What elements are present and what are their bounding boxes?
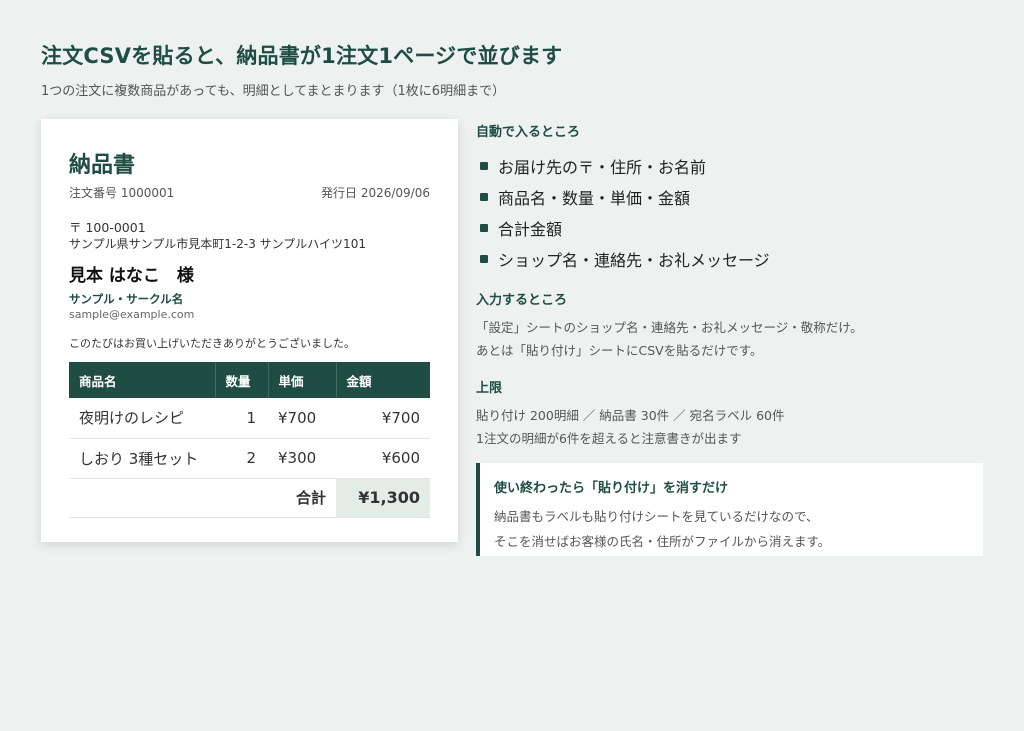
- item-name: しおり 3種セット: [69, 438, 215, 479]
- address: サンプル県サンプル市見本町1-2-3 サンプルハイツ101: [69, 237, 366, 251]
- callout-title: 使い終わったら「貼り付け」を消すだけ: [494, 481, 729, 496]
- thanks-message: このたびはお買い上げいただきありがとうございました。: [69, 337, 355, 350]
- list-item-label: ショップ名・連絡先・お礼メッセージ: [498, 250, 770, 270]
- table-row: 夜明けのレシピ 1 ¥700 ¥700: [69, 398, 430, 439]
- circle-name: サンプル・サークル名: [69, 292, 184, 306]
- column-header: 商品名: [69, 362, 216, 398]
- list-item: 合計金額: [480, 212, 770, 243]
- items-table: 商品名 数量 単価 金額 夜明けのレシピ 1 ¥700 ¥700 しおり 3種セ…: [69, 362, 430, 518]
- list-item: ショップ名・連絡先・お礼メッセージ: [480, 243, 770, 274]
- table-header-row: 商品名 数量 単価 金額: [69, 362, 430, 398]
- bullet-icon: [480, 223, 488, 232]
- list-item: お届け先の〒・住所・お名前: [480, 150, 770, 181]
- invoice-meta: 注文番号 1000001 発行日 2026/09/06: [69, 184, 430, 201]
- auto-list: お届け先の〒・住所・お名前 商品名・数量・単価・金額 合計金額 ショップ名・連絡…: [480, 150, 770, 274]
- total-value: ¥1,300: [336, 478, 430, 518]
- limits-section-title: 上限: [476, 381, 503, 396]
- item-amount: ¥700: [336, 398, 430, 439]
- table-row: しおり 3種セット 2 ¥300 ¥600: [69, 438, 430, 479]
- issue-date: 発行日 2026/09/06: [321, 186, 430, 200]
- postal-code: 〒 100-0001: [69, 220, 146, 235]
- bullet-icon: [480, 192, 488, 201]
- callout-line: そこを消せばお客様の氏名・住所がファイルから消えます。: [494, 534, 831, 549]
- limits-line: 貼り付け 200明細 ／ 納品書 30件 ／ 宛名ラベル 60件: [476, 408, 785, 423]
- invoice-card: 納品書 注文番号 1000001 発行日 2026/09/06 〒 100-00…: [41, 119, 458, 542]
- item-price: ¥700: [268, 398, 336, 439]
- column-header: 単価: [268, 362, 337, 398]
- total-label: 合計: [69, 478, 336, 518]
- callout-box: 使い終わったら「貼り付け」を消すだけ 納品書もラベルも貼り付けシートを見ているだ…: [476, 463, 983, 556]
- total-row: 合計 ¥1,300: [69, 478, 430, 518]
- input-section-title: 入力するところ: [476, 293, 568, 308]
- invoice-title: 納品書: [69, 153, 136, 178]
- input-line: あとは「貼り付け」シートにCSVを貼るだけです。: [476, 343, 763, 358]
- list-item-label: 合計金額: [498, 219, 563, 239]
- item-amount: ¥600: [336, 438, 430, 479]
- column-header: 金額: [336, 362, 430, 398]
- page-subtitle: 1つの注文に複数商品があっても、明細としてまとまります（1枚に6明細まで）: [41, 84, 506, 99]
- list-item: 商品名・数量・単価・金額: [480, 181, 770, 212]
- item-price: ¥300: [268, 438, 336, 479]
- order-number: 注文番号 1000001: [69, 186, 175, 200]
- item-qty: 1: [215, 398, 268, 439]
- input-line: 「設定」シートのショップ名・連絡先・お礼メッセージ・敬称だけ。: [476, 320, 863, 335]
- callout-line: 納品書もラベルも貼り付けシートを見ているだけなので、: [494, 509, 819, 524]
- item-qty: 2: [215, 438, 268, 479]
- customer-name: 見本 はなこ 様: [69, 266, 194, 286]
- item-name: 夜明けのレシピ: [69, 398, 215, 439]
- column-header: 数量: [215, 362, 269, 398]
- list-item-label: 商品名・数量・単価・金額: [498, 188, 691, 208]
- bullet-icon: [480, 161, 488, 170]
- page-title: 注文CSVを貼ると、納品書が1注文1ページで並びます: [41, 44, 563, 68]
- limits-line: 1注文の明細が6件を超えると注意書きが出ます: [476, 431, 742, 446]
- shop-email: sample@example.com: [69, 308, 195, 321]
- list-item-label: お届け先の〒・住所・お名前: [498, 157, 707, 177]
- auto-section-title: 自動で入るところ: [476, 125, 581, 140]
- bullet-icon: [480, 254, 488, 263]
